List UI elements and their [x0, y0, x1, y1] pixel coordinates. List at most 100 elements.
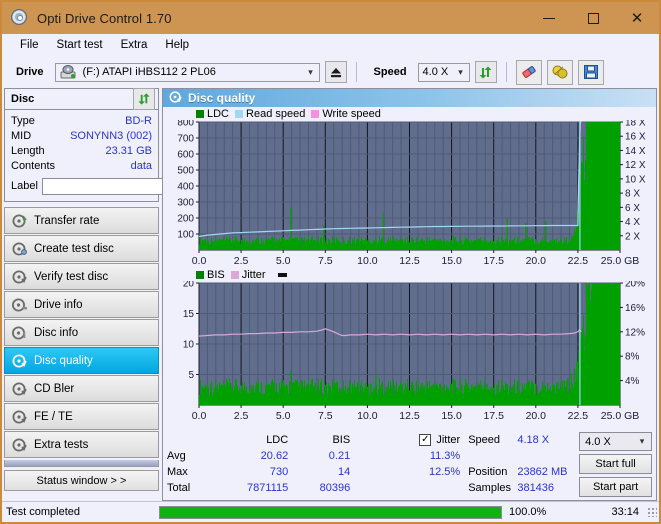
svg-text:700: 700 [177, 134, 194, 145]
stats-jitter-avg: 11.3% [429, 450, 461, 462]
progress-fill [160, 506, 501, 518]
stats-jitter-max: 12.5% [429, 466, 461, 478]
stats-bis-total: 80396 [319, 482, 351, 494]
sidebar-item-create-test-disc[interactable]: Create test disc [4, 235, 159, 262]
nav-list: Transfer rate Create test disc Verify te… [4, 207, 159, 467]
close-button[interactable]: ✕ [615, 3, 659, 33]
legend-swatch-bis [196, 270, 204, 279]
disc-test-icon [12, 298, 27, 312]
sidebar-item-disc-quality[interactable]: Disc quality [4, 347, 159, 374]
eraser-button[interactable] [515, 59, 542, 85]
sidebar-item-label: Disc quality [34, 354, 93, 367]
disc-row-contents: Contents data [11, 158, 152, 173]
chevron-down-icon[interactable]: ▾ [453, 67, 469, 78]
sidebar-item-label: Create test disc [34, 242, 114, 255]
svg-text:16%: 16% [625, 303, 645, 314]
eraser-icon [521, 66, 536, 78]
refresh-icon [138, 93, 150, 105]
disc-row-mid-key: MID [11, 129, 32, 142]
sidebar-item-fe-te[interactable]: FE / TE [4, 403, 159, 430]
svg-text:300: 300 [177, 198, 194, 209]
save-icon [583, 65, 598, 79]
disc-row-type-key: Type [11, 114, 35, 127]
sidebar-item-drive-info[interactable]: Drive info [4, 291, 159, 318]
eject-icon [330, 67, 341, 77]
svg-text:25.0 GB: 25.0 GB [601, 410, 640, 422]
sidebar-item-disc-info[interactable]: Disc info [4, 319, 159, 346]
sidebar-item-label: CD Bler [34, 382, 75, 395]
minimize-button[interactable] [527, 3, 571, 33]
svg-text:25.0 GB: 25.0 GB [601, 255, 640, 267]
disc-test-icon [12, 382, 27, 396]
stats-labels: Avg Max Total [167, 432, 208, 497]
disc-row-mid-value: SONYNN3 (002) [70, 129, 152, 142]
chevron-down-icon[interactable]: ▾ [633, 436, 651, 447]
stats-row-label-avg: Avg [167, 450, 186, 462]
start-full-button[interactable]: Start full [579, 454, 653, 474]
menu-item-start-test[interactable]: Start test [48, 37, 112, 53]
menu-item-extra[interactable]: Extra [112, 37, 157, 53]
save-button[interactable] [577, 59, 604, 85]
stats-col-header-bis: BIS [332, 434, 351, 446]
jitter-label: Jitter [436, 434, 461, 446]
svg-text:5.0: 5.0 [276, 255, 291, 267]
svg-text:600: 600 [177, 150, 194, 161]
test-speed-select[interactable]: 4.0 X ▾ [579, 432, 653, 451]
stats-ldc-avg: 20.62 [260, 450, 289, 462]
eject-button[interactable] [324, 61, 347, 83]
disc-row-type-value: BD-R [125, 114, 152, 127]
svg-text:20.0: 20.0 [526, 255, 547, 267]
speed-select[interactable]: 4.0 X ▾ [417, 62, 470, 82]
title-bar: Opti Drive Control 1.70 ✕ [2, 2, 659, 34]
drive-label: Drive [16, 66, 44, 78]
bulb-button[interactable] [546, 59, 573, 85]
svg-text:500: 500 [177, 166, 194, 177]
chevron-down-icon[interactable]: ▾ [303, 67, 319, 78]
elapsed-time: 33:14 [611, 506, 639, 518]
resize-grip[interactable] [647, 507, 657, 517]
ldc-chart-svg[interactable]: 100 200 300 400 500 600 700 800 2 X 4 X 6 X 8 X 10 X… [166, 120, 658, 268]
stats-bis-avg: 0.21 [328, 450, 351, 462]
svg-text:5.0: 5.0 [276, 410, 291, 422]
drive-select[interactable]: (F:) ATAPI iHBS112 2 PL06 ▾ [54, 62, 320, 82]
disc-refresh-button[interactable] [133, 88, 155, 110]
refresh-button[interactable] [474, 61, 497, 83]
progress-percent: 100.0% [509, 506, 547, 518]
status-bar: Test completed 100.0% 33:14 [2, 501, 659, 522]
legend-label-ldc: LDC [207, 107, 230, 120]
svg-text:400: 400 [177, 182, 194, 193]
start-part-button[interactable]: Start part [579, 477, 653, 497]
app-window: Opti Drive Control 1.70 ✕ File Start tes… [0, 0, 661, 524]
stats-ldc-max: 730 [269, 466, 289, 478]
sidebar-item-extra-tests[interactable]: Extra tests [4, 431, 159, 458]
svg-text:15.0: 15.0 [441, 255, 462, 267]
svg-text:14 X: 14 X [625, 146, 646, 157]
samples-meta-value: 381436 [517, 482, 555, 494]
sidebar-item-label: Verify test disc [34, 270, 109, 283]
bis-chart-svg[interactable]: 5 10 15 20 4% 8% 12% 16% 20% 0.0 2.5 5.0 7.5 10.0 12.5… [166, 281, 658, 423]
sidebar-item-cd-bler[interactable]: CD Bler [4, 375, 159, 402]
maximize-button[interactable] [571, 3, 615, 33]
menu-item-help[interactable]: Help [156, 37, 198, 53]
legend-label-jitter: Jitter [241, 268, 266, 281]
svg-text:12 X: 12 X [625, 160, 646, 171]
svg-text:0.0: 0.0 [192, 410, 207, 422]
svg-text:22.5: 22.5 [568, 410, 589, 422]
sidebar-item-transfer-rate[interactable]: Transfer rate [4, 207, 159, 234]
status-window-button[interactable]: Status window > > [4, 470, 159, 491]
disc-test-icon [12, 326, 27, 340]
svg-text:22.5: 22.5 [568, 255, 589, 267]
menu-item-file[interactable]: File [11, 37, 48, 53]
ldc-legend: LDC Read speed Write speed [166, 107, 653, 120]
legend-swatch-write-speed [311, 109, 320, 118]
bis-legend: BIS Jitter [166, 268, 653, 281]
svg-text:2.5: 2.5 [234, 410, 249, 422]
legend-label-read-speed: Read speed [246, 107, 306, 120]
sidebar-item-label: Disc info [34, 326, 79, 339]
sidebar-item-verify-test-disc[interactable]: Verify test disc [4, 263, 159, 290]
disc-quality-icon [169, 90, 182, 106]
jitter-checkbox[interactable]: ✓ [419, 434, 432, 446]
disc-test-icon [12, 214, 27, 228]
svg-text:15: 15 [183, 309, 195, 320]
sidebar-item-label: Extra tests [34, 438, 89, 451]
